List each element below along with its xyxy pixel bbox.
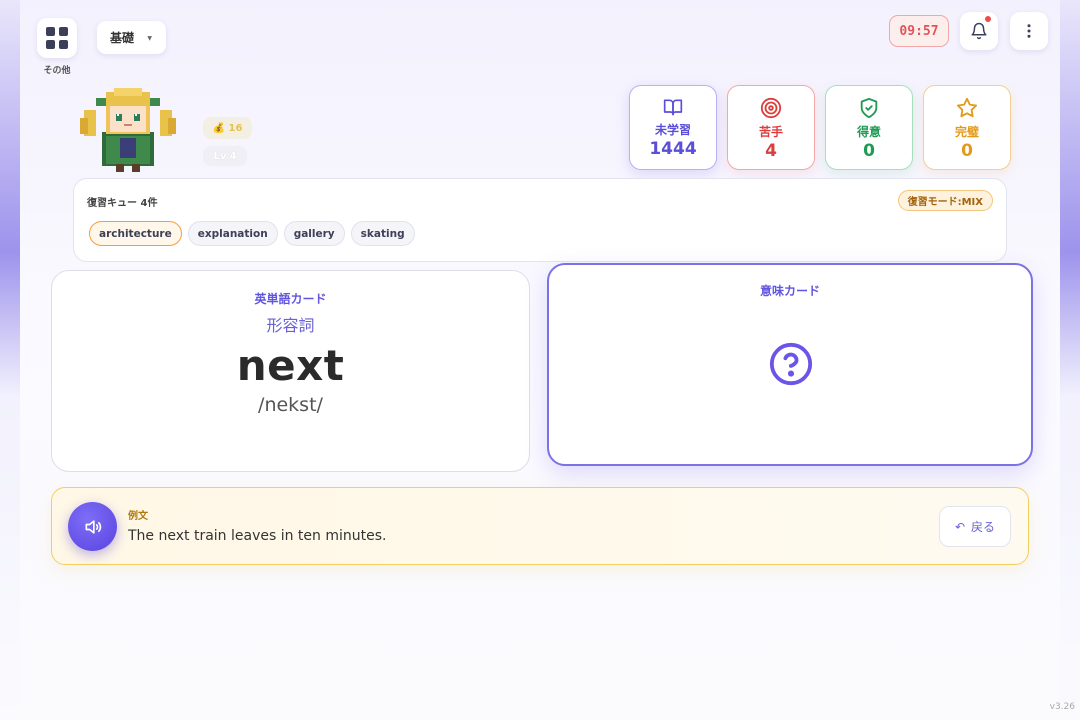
meaning-card-heading: 意味カード [759, 284, 820, 298]
grid-icon [46, 27, 55, 36]
english-word: next [236, 341, 345, 390]
queue-word-chip[interactable]: gallery [283, 221, 345, 246]
review-queue: 復習キュー 4件 復習モード:MIX architecture explanat… [73, 178, 1007, 262]
notifications-button[interactable] [960, 12, 998, 50]
review-mode-badge: 復習モード:MIX [897, 190, 993, 211]
level-badge: Lv.4 [203, 146, 247, 166]
stat-card-unlearned[interactable]: 未学習 1444 [629, 85, 717, 170]
pronunciation: /nekst/ [258, 394, 323, 416]
stat-label: 得意 [856, 125, 881, 139]
left-border [0, 0, 20, 720]
stat-card-perfect[interactable]: 完璧 0 [923, 85, 1011, 170]
bell-icon [971, 22, 987, 40]
more-options-button[interactable] [1010, 12, 1048, 50]
chevron-down-icon: ▼ [147, 35, 152, 42]
stat-card-weak[interactable]: 苦手 4 [727, 85, 815, 170]
level-select[interactable]: 基礎 ▼ [97, 21, 166, 54]
back-button-label: 戻る [971, 520, 996, 534]
apps-menu-label: その他 [43, 66, 71, 76]
stat-card-good[interactable]: 得意 0 [825, 85, 913, 170]
level-select-value: 基礎 [110, 31, 135, 45]
stat-label: 完璧 [954, 125, 979, 139]
stat-value: 0 [961, 141, 973, 161]
notification-dot [985, 16, 991, 22]
stat-value: 1444 [649, 139, 697, 159]
stat-label: 未学習 [654, 123, 691, 137]
review-queue-chips: architecture explanation gallery skating [89, 221, 421, 246]
avatar [80, 84, 176, 174]
play-audio-button[interactable] [68, 502, 117, 551]
queue-word-chip[interactable]: explanation [187, 221, 278, 246]
stat-value: 4 [765, 141, 777, 161]
timer: 09:57 [889, 15, 949, 47]
target-icon [760, 97, 782, 119]
stat-label: 苦手 [758, 125, 783, 139]
speaker-icon [85, 519, 101, 534]
version-label: v3.26 [1049, 702, 1075, 712]
review-queue-title: 復習キュー 4件 [87, 198, 158, 209]
back-button[interactable]: ↶ 戻る [939, 506, 1011, 547]
apps-menu-button[interactable] [37, 18, 77, 58]
undo-arrow-icon: ↶ [954, 519, 966, 534]
shield-check-icon [860, 97, 878, 119]
queue-word-chip[interactable]: architecture [89, 221, 182, 246]
english-word-card[interactable]: 英単語カード 形容詞 next /nekst/ [51, 270, 530, 472]
question-circle-icon [769, 342, 813, 386]
example-text: The next train leaves in ten minutes. [128, 528, 387, 544]
queue-word-chip[interactable]: skating [350, 221, 415, 246]
example-sentence-panel: 例文 The next train leaves in ten minutes.… [51, 487, 1029, 565]
coin-counter: 💰 16 [203, 117, 252, 139]
star-icon [956, 97, 978, 118]
book-icon [663, 99, 683, 116]
word-card-heading: 英単語カード [254, 292, 327, 306]
more-vertical-icon [1027, 24, 1031, 38]
meaning-card[interactable]: 意味カード [547, 263, 1033, 466]
right-border [1060, 0, 1080, 720]
part-of-speech: 形容詞 [266, 316, 315, 335]
example-label: 例文 [128, 511, 148, 522]
stat-value: 0 [863, 141, 875, 161]
